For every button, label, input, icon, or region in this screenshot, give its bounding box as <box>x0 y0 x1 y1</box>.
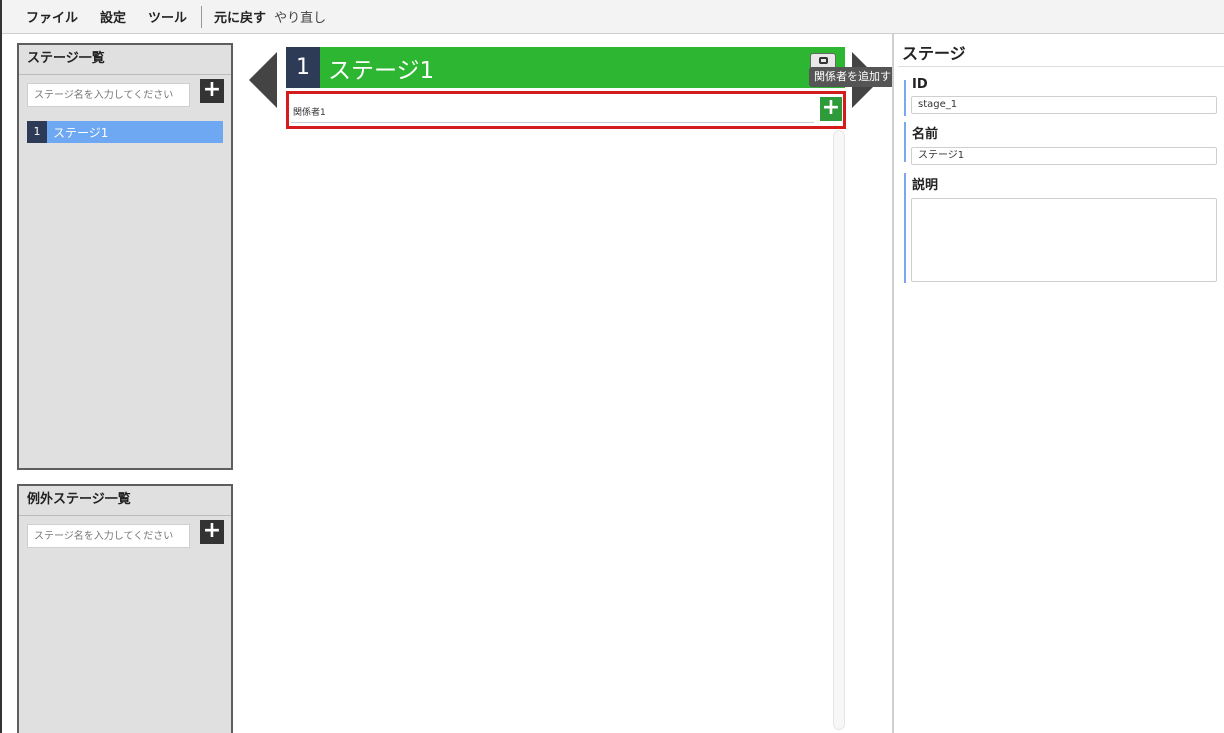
name-field[interactable]: ステージ1 <box>911 147 1217 165</box>
exception-stage-name-input[interactable] <box>27 524 190 548</box>
id-field[interactable]: stage_1 <box>911 96 1217 114</box>
id-field-accent <box>904 80 906 116</box>
properties-title: ステージ <box>902 44 966 63</box>
name-label: 名前 <box>912 127 939 142</box>
camera-icon <box>819 57 828 64</box>
stage-add-row: + <box>19 75 231 115</box>
properties-panel: ステージ ID stage_1 名前 ステージ1 説明 <box>892 34 1224 733</box>
add-actor-button[interactable]: + <box>820 97 842 121</box>
exception-stage-list-panel: 例外ステージ一覧 + <box>17 484 233 733</box>
stage-list-panel: ステージ一覧 + 1 ステージ1 <box>17 43 233 470</box>
stage-list-item[interactable]: 1 ステージ1 <box>27 121 223 143</box>
exception-list-title: 例外ステージ一覧 <box>19 486 231 516</box>
stage-list-title: ステージ一覧 <box>19 45 231 75</box>
description-label: 説明 <box>912 178 939 193</box>
menu-bar: ファイル 設定 ツール 元に戻す やり直し <box>2 0 1224 34</box>
stage-header-title: ステージ1 <box>328 57 435 84</box>
actor-row[interactable]: 関係者1 <box>291 97 814 123</box>
menu-settings[interactable]: 設定 <box>100 7 126 26</box>
center-scrollbar[interactable] <box>833 130 845 730</box>
plus-icon: + <box>821 95 841 120</box>
redo-button[interactable]: やり直し <box>274 7 326 26</box>
undo-button[interactable]: 元に戻す <box>214 7 266 26</box>
plus-icon: + <box>202 518 222 543</box>
actor-lane: 関係者1 + <box>286 91 846 129</box>
menu-divider <box>201 5 203 28</box>
menu-file[interactable]: ファイル <box>26 7 78 26</box>
actor-label: 関係者1 <box>293 108 326 118</box>
plus-icon: + <box>202 77 222 102</box>
id-label: ID <box>912 77 928 92</box>
description-field-accent <box>904 173 906 283</box>
description-field[interactable] <box>911 198 1217 282</box>
stage-header-number: 1 <box>286 47 320 88</box>
previous-stage-arrow-icon[interactable] <box>249 52 277 108</box>
exception-add-row: + <box>19 516 231 556</box>
add-exception-stage-button[interactable]: + <box>200 520 224 544</box>
add-stage-button[interactable]: + <box>200 79 224 103</box>
stage-header: 1 ステージ1 <box>286 47 845 88</box>
menu-tools[interactable]: ツール <box>148 7 187 26</box>
app-window: ファイル 設定 ツール 元に戻す やり直し ステージ一覧 + 1 ステージ1 例… <box>0 0 1224 733</box>
stage-list-item-label: ステージ1 <box>53 125 109 140</box>
stage-name-input[interactable] <box>27 83 190 107</box>
properties-divider <box>898 66 1224 67</box>
stage-number-badge: 1 <box>27 121 47 143</box>
name-field-accent <box>904 122 906 162</box>
